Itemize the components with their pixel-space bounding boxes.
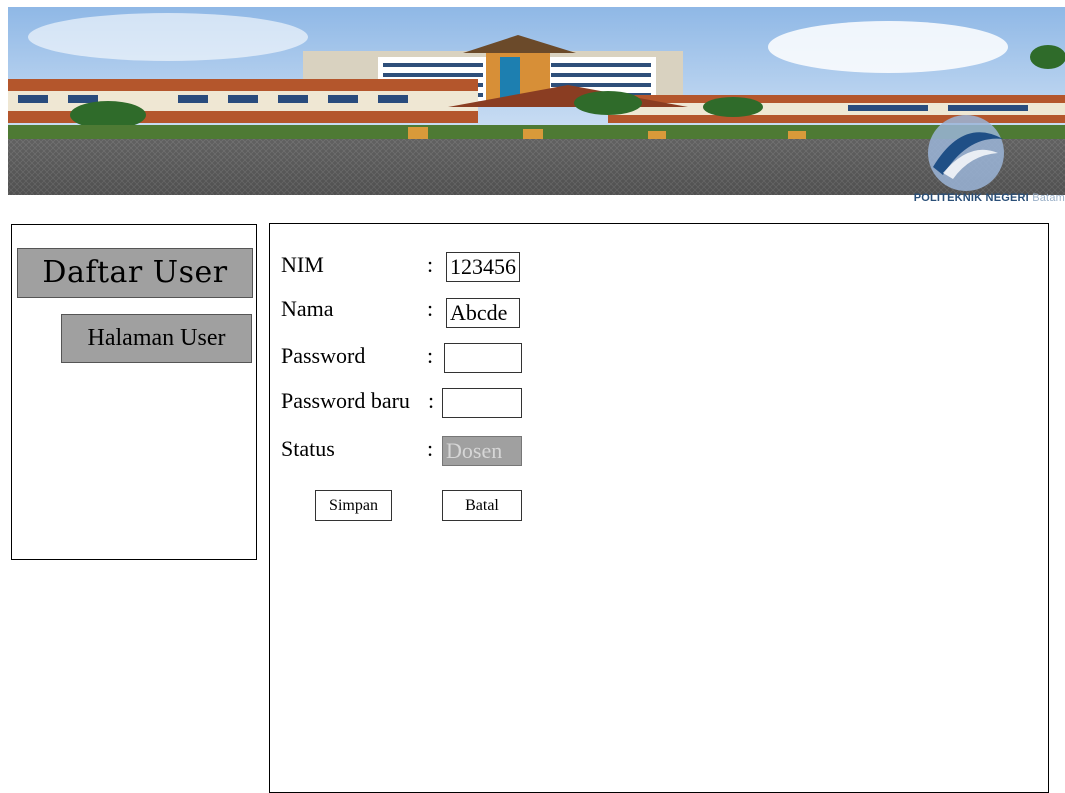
nim-label: NIM xyxy=(281,252,324,277)
simpan-button[interactable]: Simpan xyxy=(315,490,392,521)
user-form-panel: NIM : Nama : Password : Password baru : … xyxy=(269,223,1049,793)
sidebar: Daftar User Halaman User xyxy=(11,224,257,560)
status-label: Status xyxy=(281,436,335,461)
campus-photo xyxy=(8,7,1065,195)
colon: : xyxy=(427,436,434,461)
password-input[interactable] xyxy=(444,343,522,373)
nama-input[interactable] xyxy=(446,298,520,328)
colon: : xyxy=(427,296,434,321)
colon: : xyxy=(427,343,434,368)
campus-banner xyxy=(8,7,1065,195)
daftar-user-button[interactable]: Daftar User xyxy=(17,248,253,298)
nama-label: Nama xyxy=(281,296,334,321)
brand-name: POLITEKNIK NEGERI xyxy=(913,192,1029,204)
polibatam-logo xyxy=(928,115,1004,191)
password-baru-label: Password baru xyxy=(281,388,410,413)
colon: : xyxy=(428,388,435,413)
halaman-user-button[interactable]: Halaman User xyxy=(61,314,252,363)
colon: : xyxy=(427,252,434,277)
password-baru-input[interactable] xyxy=(442,388,522,418)
brand-city: Batam xyxy=(1032,192,1065,204)
password-label: Password xyxy=(281,343,366,368)
batal-button[interactable]: Batal xyxy=(442,490,522,521)
nim-input[interactable] xyxy=(446,252,520,282)
status-select[interactable]: Dosen xyxy=(442,436,522,466)
brand-caption: POLITEKNIK NEGERI Batam xyxy=(914,192,1065,204)
